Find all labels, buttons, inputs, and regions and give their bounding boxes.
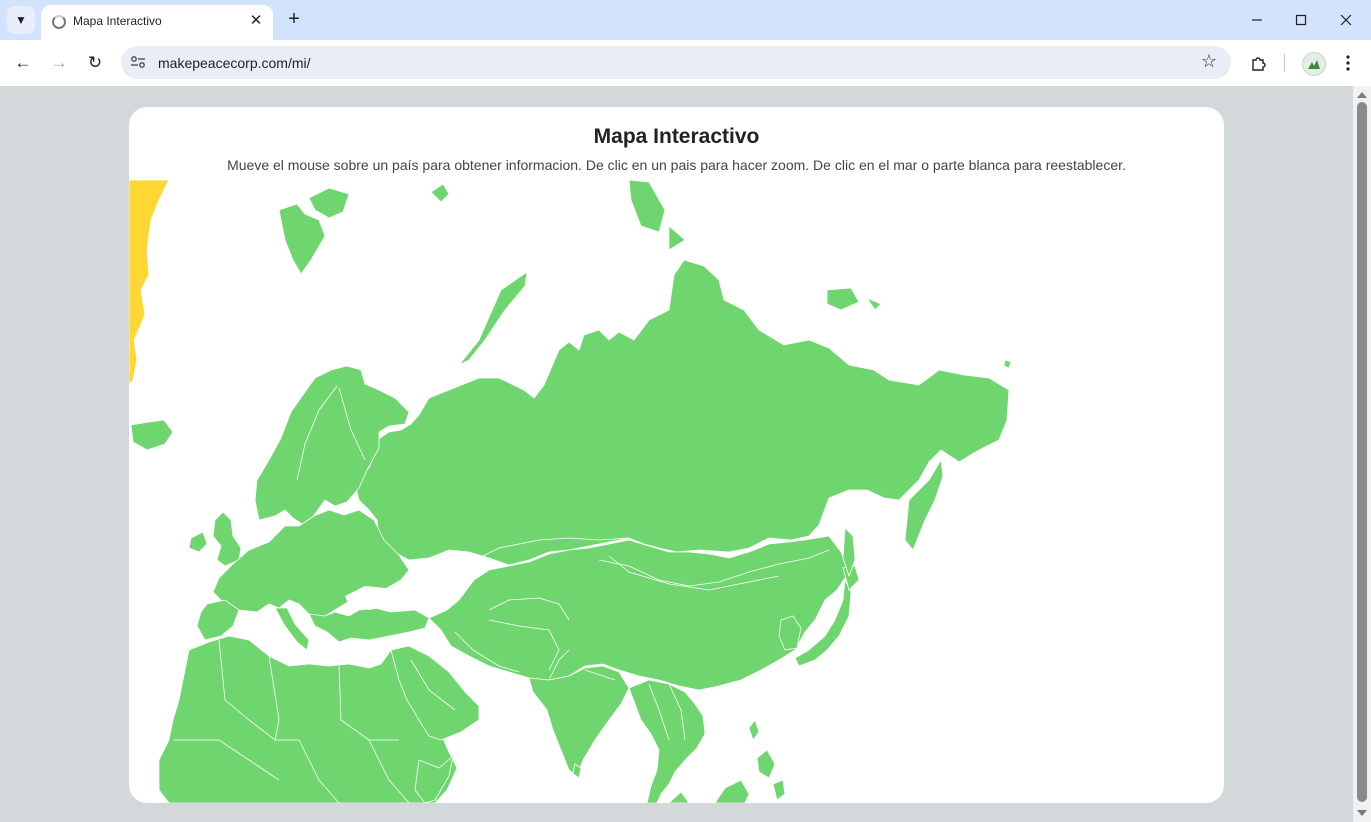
extensions-button[interactable] [1245, 49, 1273, 77]
close-tab-button[interactable]: ✕ [247, 11, 265, 29]
country-iceland[interactable] [130, 419, 174, 451]
maximize-icon [1295, 14, 1307, 26]
toolbar-separator [1284, 54, 1285, 72]
tab-search-button[interactable]: ▼ [7, 6, 35, 34]
interactive-map[interactable] [129, 180, 1224, 803]
site-info-icon[interactable] [129, 53, 147, 71]
close-icon: ✕ [249, 12, 263, 29]
reload-icon: ↻ [87, 53, 103, 72]
country-india[interactable] [528, 665, 630, 777]
browser-toolbar: ← → ↻ makepeacecorp.com/mi/ ☆ [0, 40, 1371, 86]
island-franz-josef[interactable] [430, 183, 450, 203]
tab-title: Mapa Interactivo [73, 14, 162, 28]
map-card: Mapa Interactivo Mueve el mouse sobre un… [129, 107, 1224, 803]
island-new-siberian[interactable] [826, 287, 882, 311]
new-tab-button[interactable]: + [283, 8, 305, 30]
scroll-up-arrow-icon[interactable] [1357, 92, 1367, 98]
country-ireland[interactable] [188, 531, 208, 553]
address-bar[interactable]: makepeacecorp.com/mi/ ☆ [121, 46, 1231, 79]
back-button[interactable]: ← [9, 49, 37, 77]
tune-icon [131, 56, 145, 68]
arrow-right-icon: → [50, 53, 68, 72]
minimize-button[interactable] [1237, 5, 1277, 35]
maximize-button[interactable] [1281, 5, 1321, 35]
country-united-kingdom[interactable] [212, 511, 242, 567]
loading-favicon-icon [52, 15, 66, 29]
bookmark-star-icon[interactable]: ☆ [1201, 51, 1217, 72]
profile-plant-icon [1308, 60, 1320, 69]
page-title: Mapa Interactivo [593, 125, 760, 148]
country-taiwan[interactable] [748, 719, 760, 741]
plus-icon: + [288, 7, 300, 30]
scrollbar-thumb[interactable] [1357, 102, 1367, 802]
arrow-left-icon: ← [14, 53, 32, 72]
tab-mapa-interactivo[interactable]: Mapa Interactivo ✕ [41, 5, 273, 40]
island-severnaya-zemlya[interactable] [628, 180, 686, 251]
island-wrangel[interactable] [1003, 359, 1012, 369]
region-indonesia[interactable] [668, 779, 750, 803]
reload-button[interactable]: ↻ [81, 49, 109, 77]
forward-button[interactable]: → [45, 49, 73, 77]
close-window-button[interactable] [1326, 5, 1366, 35]
minimize-icon [1252, 19, 1262, 21]
island-svalbard[interactable] [278, 187, 350, 275]
page-instructions: Mueve el mouse sobre un país para obtene… [227, 157, 1126, 173]
close-icon [1340, 14, 1352, 26]
more-vert-icon [1346, 55, 1350, 71]
island-novaya-zemlya[interactable] [458, 271, 528, 366]
region-southeast-asia[interactable] [628, 679, 706, 803]
vertical-scrollbar[interactable] [1353, 86, 1371, 822]
chevron-down-icon: ▼ [15, 13, 27, 27]
country-italy[interactable] [274, 607, 310, 651]
tab-strip: ▼ Mapa Interactivo ✕ + [0, 0, 1371, 40]
profile-avatar[interactable] [1302, 52, 1326, 76]
url-text[interactable]: makepeacecorp.com/mi/ [158, 55, 311, 71]
region-iberia[interactable] [196, 599, 240, 641]
menu-button[interactable] [1334, 49, 1362, 77]
country-philippines[interactable] [756, 749, 786, 801]
puzzle-icon [1252, 57, 1266, 71]
scroll-down-arrow-icon[interactable] [1357, 810, 1367, 816]
country-greenland[interactable] [129, 180, 170, 386]
